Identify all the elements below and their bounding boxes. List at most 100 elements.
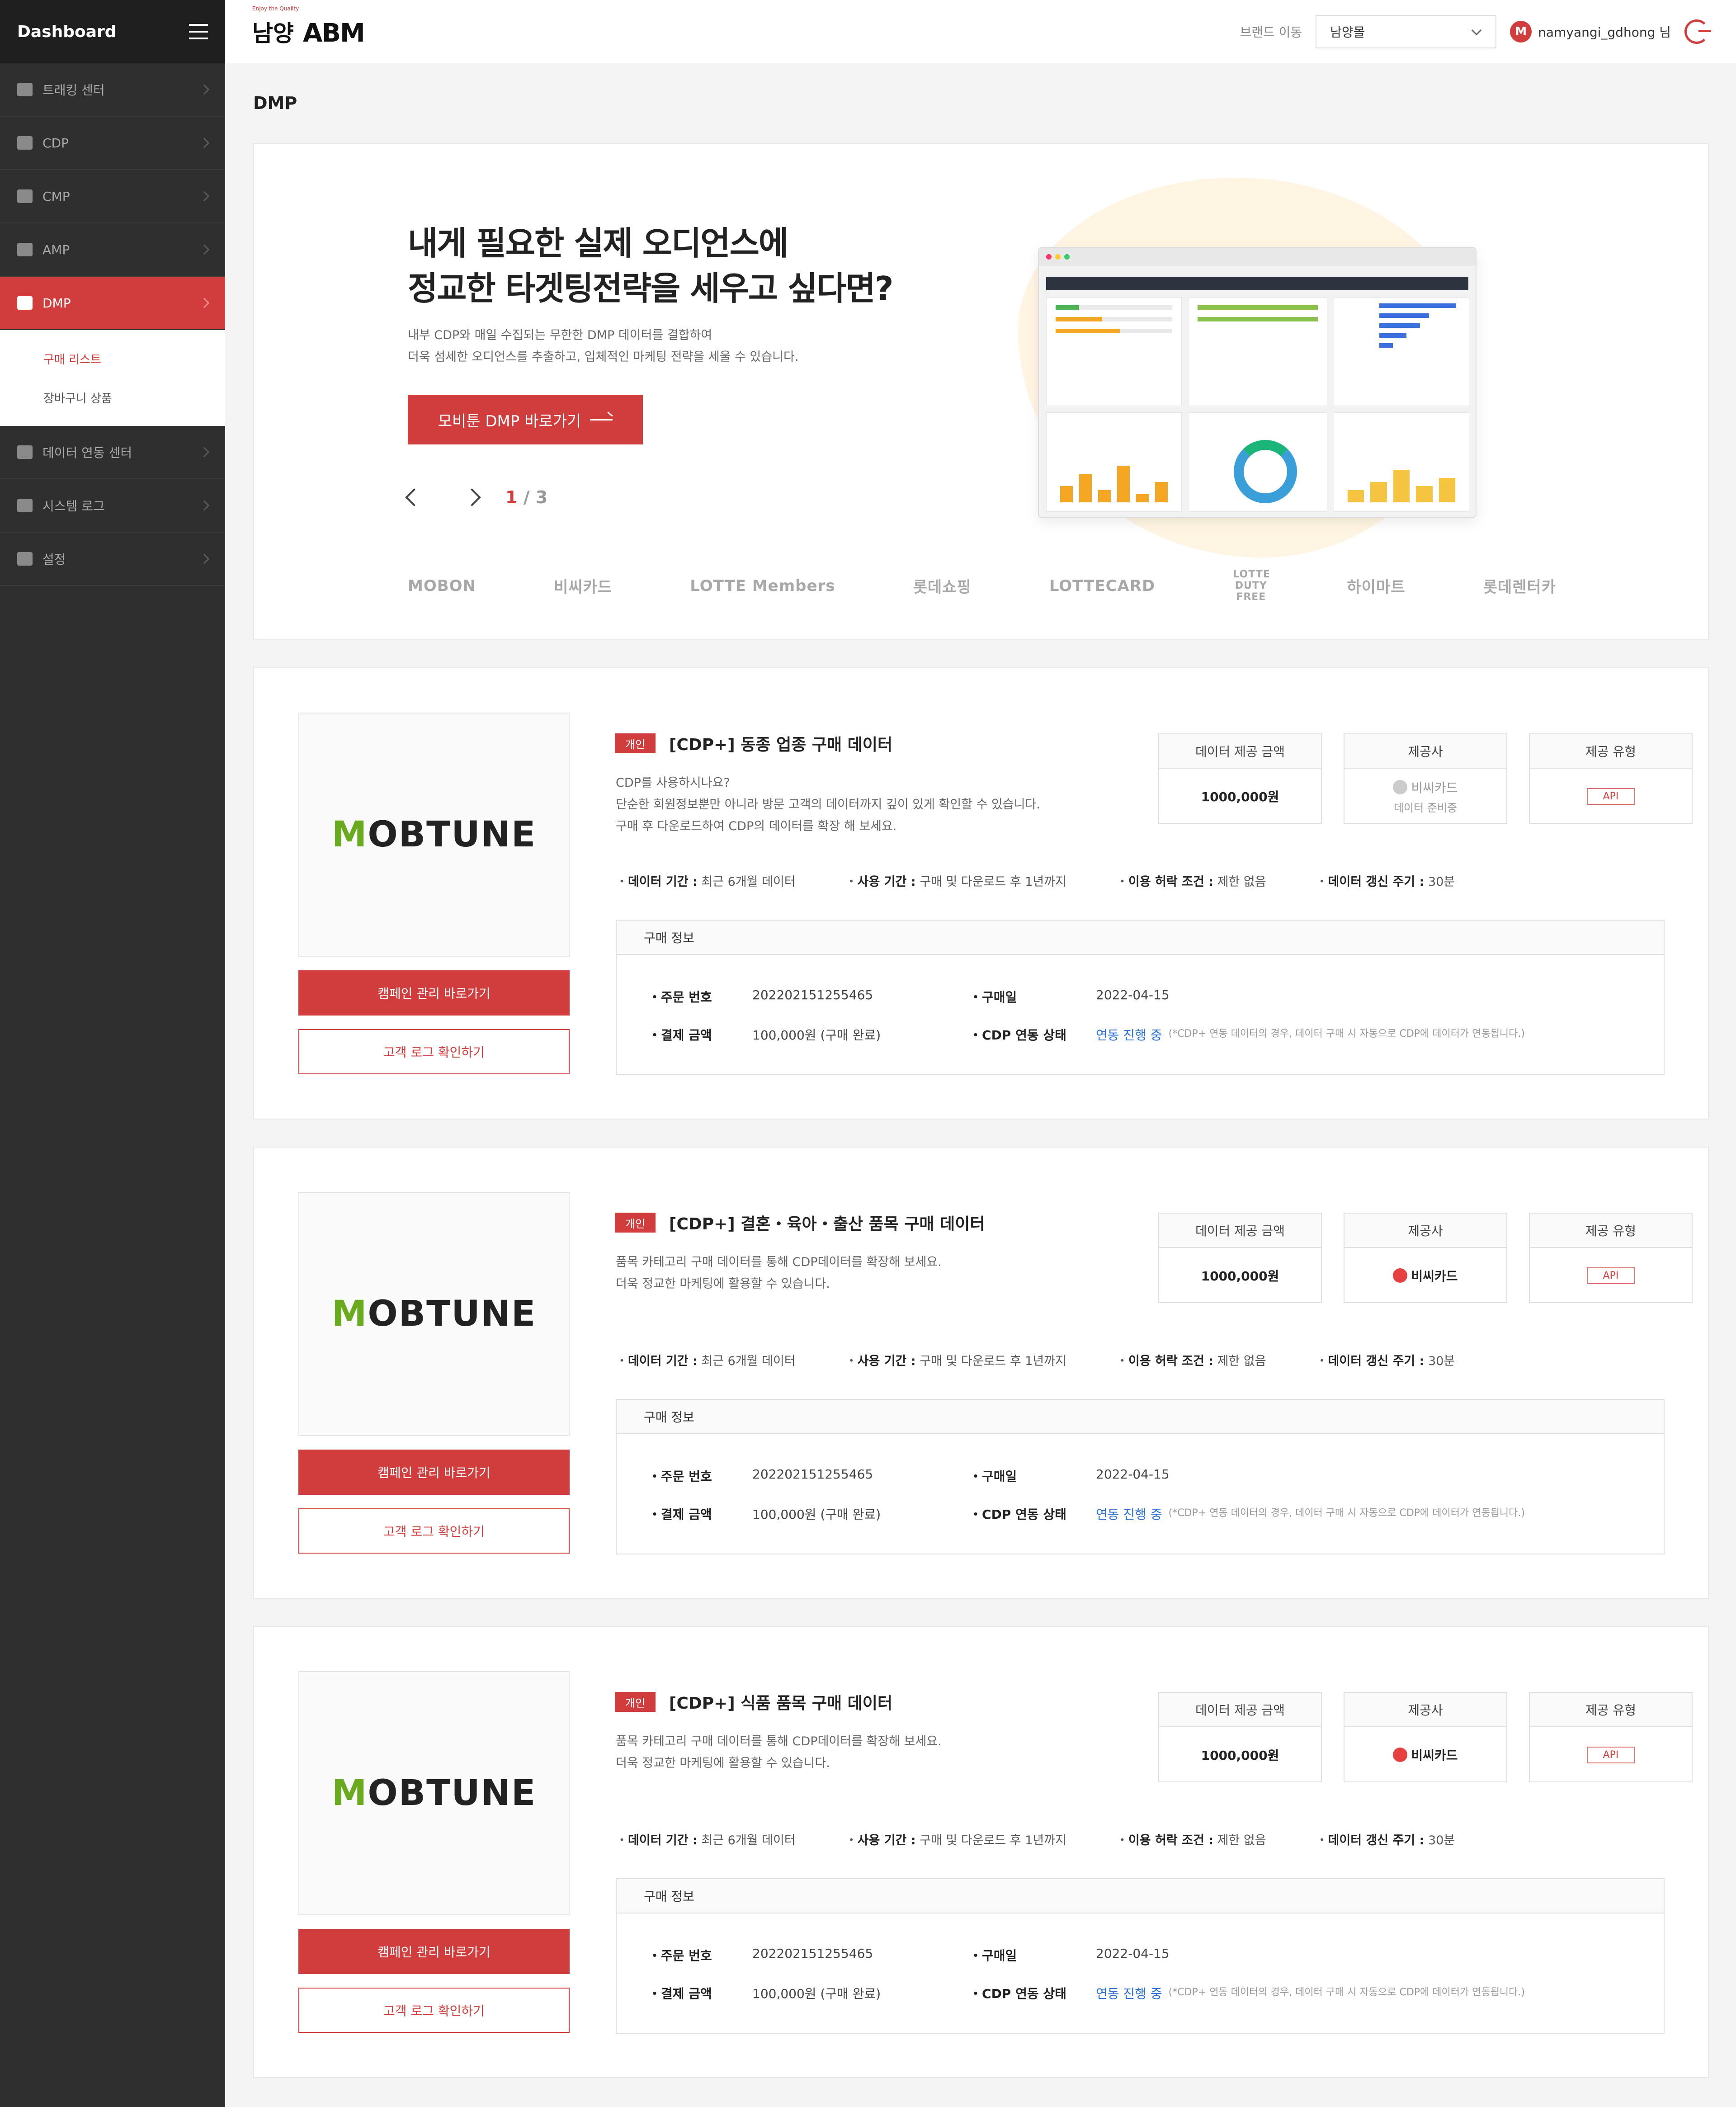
sidebar-item-tracking[interactable]: 트래킹 센터 <box>0 63 225 117</box>
next-slide-icon[interactable] <box>463 488 481 506</box>
logo-namyang: Enjoy the Quality 남양 <box>252 5 299 47</box>
chevron-right-icon <box>199 447 210 458</box>
sidebar-item-label: CDP <box>42 135 69 151</box>
dashboard-preview-image <box>1038 247 1477 518</box>
product-meta: ・데이터 기간 : 최근 6개월 데이터 ・사용 기간 : 구매 및 다운로드 … <box>616 875 1455 889</box>
product-card: MOBTUNE 캠페인 관리 바로가기 고객 로그 확인하기 개인 [CDP+]… <box>253 1626 1709 2078</box>
campaign-manage-button[interactable]: 캠페인 관리 바로가기 <box>298 970 570 1016</box>
cdp-status-link[interactable]: 연동 진행 중 <box>1096 1025 1162 1044</box>
hero-description: 내부 CDP와 매일 수집되는 무한한 DMP 데이터를 결합하여 더욱 섬세한 … <box>408 328 799 364</box>
brand-select-value: 남양몰 <box>1330 25 1365 40</box>
sidebar-item-label: 트래킹 센터 <box>42 83 105 98</box>
type-badge: 개인 <box>615 1692 656 1712</box>
mobtune-logo: MOBTUNE <box>331 1773 537 1814</box>
bar-chart-icon <box>17 189 33 203</box>
share-icon <box>17 445 33 459</box>
sidebar-item-label: 데이터 연동 센터 <box>42 445 132 460</box>
product-title: [CDP+] 동종 업종 구매 데이터 <box>669 736 892 754</box>
pie-chart-icon <box>17 136 33 150</box>
sidebar-submenu: 구매 리스트 장바구니 상품 <box>0 330 225 426</box>
type-badge: 개인 <box>615 733 656 753</box>
chevron-right-icon <box>199 500 210 511</box>
hamburger-menu-icon[interactable] <box>189 24 208 39</box>
page-title: DMP <box>253 93 297 113</box>
slide-indicator: 1 / 3 <box>505 487 548 507</box>
sidebar-title[interactable]: Dashboard <box>17 23 117 41</box>
product-title: [CDP+] 식품 품목 구매 데이터 <box>669 1694 892 1713</box>
partner-logo: LOTTECARD <box>1049 576 1156 595</box>
line-chart-icon <box>17 243 33 256</box>
partner-logo: 하이마트 <box>1347 578 1406 596</box>
bccard-icon <box>1393 779 1408 794</box>
monitor-icon <box>17 499 33 512</box>
sidebar-item-cmp[interactable]: CMP <box>0 170 225 223</box>
chevron-right-icon <box>199 191 210 202</box>
chevron-right-icon <box>199 553 210 564</box>
logo-tagline: Enjoy the Quality <box>252 5 299 12</box>
cdp-status-link[interactable]: 연동 진행 중 <box>1096 1984 1162 2002</box>
partner-logo: LOTTE DUTY FREE <box>1233 569 1270 603</box>
campaign-manage-button[interactable]: 캠페인 관리 바로가기 <box>298 1450 570 1495</box>
sidebar-subitem-cart[interactable]: 장바구니 상품 <box>0 378 225 417</box>
product-description: 품목 카테고리 구매 데이터를 통해 CDP데이터를 확장해 보세요. 더욱 정교… <box>616 1734 942 1770</box>
bccard-icon <box>1393 1748 1408 1762</box>
purchase-info: 구매 정보 ・주문 번호 202202151255465 ・구매일 2022-04-1… <box>616 1878 1665 2034</box>
product-description: 품목 카테고리 구매 데이터를 통해 CDP데이터를 확장해 보세요. 더욱 정교… <box>616 1255 942 1291</box>
chevron-down-icon <box>1471 25 1482 36</box>
sidebar-item-amp[interactable]: AMP <box>0 223 225 277</box>
sidebar-item-label: DMP <box>42 295 71 311</box>
dmp-shortcut-button[interactable]: 모비툰 DMP 바로가기 <box>408 395 643 444</box>
purchase-info: 구매 정보 ・주문 번호 202202151255465 ・구매일 2022-04-1… <box>616 920 1665 1075</box>
sidebar-item-label: AMP <box>42 242 70 257</box>
chevron-right-icon <box>199 298 210 308</box>
product-thumbnail: MOBTUNE <box>298 1192 570 1436</box>
partner-logo: 롯데쇼핑 <box>913 578 972 596</box>
user-avatar: M <box>1510 21 1532 43</box>
logo-abm: ABM <box>303 19 365 48</box>
customer-log-button[interactable]: 고객 로그 확인하기 <box>298 1988 570 2033</box>
sidebar: Dashboard 트래킹 센터 CDP CMP AMP DMP 구매 리스트 … <box>0 0 225 2107</box>
sidebar-item-system-log[interactable]: 시스템 로그 <box>0 479 225 533</box>
type-box: 제공 유형 API <box>1529 1692 1693 1782</box>
sidebar-item-dmp[interactable]: DMP <box>0 277 225 330</box>
partner-logos: MOBON 비씨카드 LOTTE Members 롯데쇼핑 LOTTECARD … <box>408 569 1556 603</box>
user-name: namyangi_gdhong 님 <box>1538 25 1671 40</box>
price-box: 데이터 제공 금액 1000,000원 <box>1158 1213 1322 1303</box>
user-info[interactable]: M namyangi_gdhong 님 <box>1510 21 1671 43</box>
hero-banner: 내게 필요한 실제 오디언스에 정교한 타겟팅전략을 세우고 싶다면? 내부 CD… <box>253 143 1709 640</box>
sidebar-item-data-center[interactable]: 데이터 연동 센터 <box>0 426 225 479</box>
brand-switch-label: 브랜드 이동 <box>1240 25 1302 40</box>
partner-logo: LOTTE Members <box>690 576 835 595</box>
arrow-right-icon <box>590 419 613 420</box>
campaign-manage-button[interactable]: 캠페인 관리 바로가기 <box>298 1929 570 1974</box>
hero-headline: 내게 필요한 실제 오디언스에 정교한 타겟팅전략을 세우고 싶다면? <box>408 224 894 307</box>
tracking-icon <box>17 83 33 96</box>
prev-slide-icon[interactable] <box>405 488 423 506</box>
provider-box: 제공사 비씨카드 <box>1344 1213 1507 1303</box>
bccard-icon <box>1393 1268 1408 1283</box>
product-card: MOBTUNE 캠페인 관리 바로가기 고객 로그 확인하기 개인 [CDP+]… <box>253 1147 1709 1599</box>
customer-log-button[interactable]: 고객 로그 확인하기 <box>298 1029 570 1074</box>
sidebar-subitem-purchase-list[interactable]: 구매 리스트 <box>0 339 225 378</box>
sidebar-item-label: CMP <box>42 189 70 204</box>
mobtune-logo: MOBTUNE <box>331 814 537 855</box>
logout-icon[interactable] <box>1684 19 1711 44</box>
sidebar-item-label: 시스템 로그 <box>42 499 105 514</box>
product-description: CDP를 사용하시나요? 단순한 회원정보뿐만 아니라 방문 고객의 데이터까지 … <box>616 776 1040 833</box>
type-box: 제공 유형 API <box>1529 733 1693 824</box>
document-icon <box>17 296 33 310</box>
cdp-status-link[interactable]: 연동 진행 중 <box>1096 1505 1162 1523</box>
mobtune-logo: MOBTUNE <box>331 1294 537 1334</box>
main-content: DMP 내게 필요한 실제 오디언스에 정교한 타겟팅전략을 세우고 싶다면? 내… <box>253 63 1709 2078</box>
provider-box: 제공사 비씨카드 데이터 준비중 <box>1344 733 1507 824</box>
sidebar-item-cdp[interactable]: CDP <box>0 117 225 170</box>
brand-logo[interactable]: Enjoy the Quality 남양 ABM <box>252 5 365 48</box>
sidebar-item-label: 설정 <box>42 552 66 567</box>
gear-icon <box>17 552 33 566</box>
product-meta: ・데이터 기간 : 최근 6개월 데이터 ・사용 기간 : 구매 및 다운로드 … <box>616 1833 1455 1847</box>
partner-logo: MOBON <box>408 576 476 595</box>
customer-log-button[interactable]: 고객 로그 확인하기 <box>298 1508 570 1554</box>
brand-select[interactable]: 남양몰 <box>1316 15 1497 48</box>
sidebar-item-settings[interactable]: 설정 <box>0 533 225 586</box>
hero-pager: 1 / 3 <box>405 487 548 507</box>
